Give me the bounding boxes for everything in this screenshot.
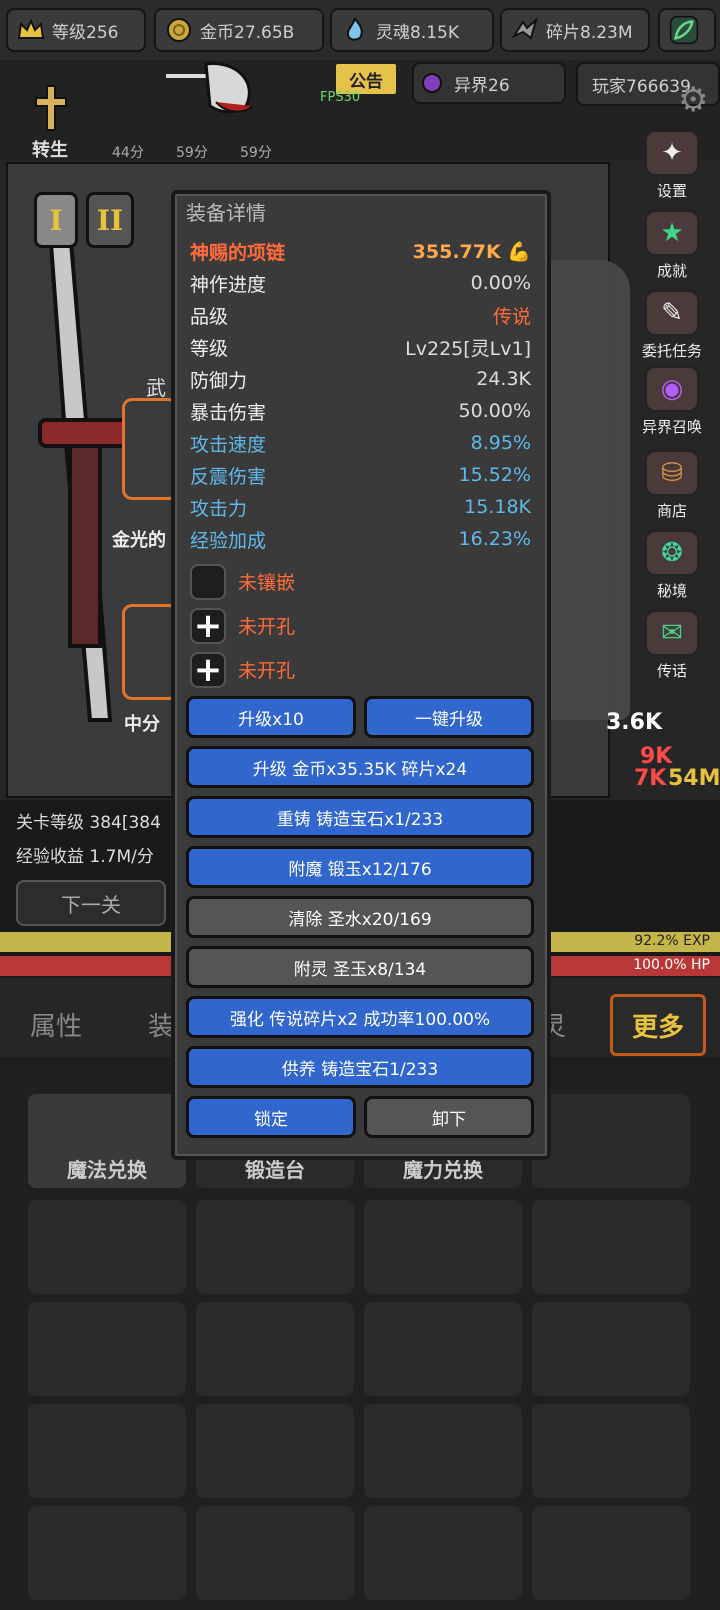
soul-flame-icon (340, 15, 370, 45)
secret-realm-icon: ❂ (645, 530, 699, 576)
grid-cell[interactable] (196, 1506, 354, 1600)
grid-cell[interactable] (532, 1302, 690, 1396)
slot-label: 中分 (124, 714, 160, 735)
grid-cell[interactable] (532, 1404, 690, 1498)
gear-icon[interactable]: ⚙ (678, 80, 708, 120)
buff-timer: 44分 (112, 145, 144, 161)
side-item-quest[interactable]: ✎ 委托任务 (632, 290, 712, 361)
slot-label: 金光的 (112, 530, 166, 551)
player-level: 等级256 (6, 8, 146, 52)
recast-button[interactable]: 重铸 铸造宝石x1/233 (186, 796, 534, 838)
socket-slot[interactable] (190, 564, 226, 600)
plus-icon[interactable]: + (190, 608, 226, 644)
damage-number: 7K (634, 766, 667, 791)
dialog-title: 装备详情 (186, 201, 266, 225)
grid-cell[interactable] (28, 1200, 186, 1294)
reborn-label: 转生 (32, 140, 68, 161)
grid-label: 魔法兑换 (67, 1158, 147, 1182)
fragment-counter: 碎片8.23M (500, 8, 650, 52)
soul-counter: 灵魂8.15K (330, 8, 494, 52)
stat-row: 等级 Lv225[灵Lv1] (190, 337, 531, 360)
quest-icon: ✎ (645, 290, 699, 336)
fps-readout: FPS30 (320, 90, 361, 105)
stat-row: 神作进度 0.00% (190, 272, 531, 296)
portal-icon (422, 73, 442, 93)
message-icon: ✉ (645, 610, 699, 656)
grid-cell[interactable] (532, 1200, 690, 1294)
axe-icon (166, 62, 253, 114)
reborn-cross-icon[interactable] (34, 84, 68, 132)
damage-number: 3.6K (606, 710, 663, 735)
next-stage-button[interactable]: 下一关 (16, 880, 166, 926)
grid-cell[interactable] (364, 1404, 522, 1498)
stage-level: 关卡等级 384[384 (16, 813, 161, 833)
equipment-slot-armor[interactable] (122, 604, 178, 700)
leaf-icon (669, 15, 699, 45)
stat-row: 攻击力 15.18K (190, 496, 531, 520)
stat-row: 攻击速度 8.95% (190, 432, 531, 456)
lock-button[interactable]: 锁定 (186, 1096, 356, 1138)
resource-bar: 等级256 金币27.65B 灵魂8.15K 碎片8.23M (0, 0, 720, 62)
socket-label: 未镶嵌 (238, 572, 296, 594)
item-power: 355.77K 💪 (412, 240, 531, 263)
grid-cell[interactable] (364, 1200, 522, 1294)
grid-cell[interactable] (196, 1200, 354, 1294)
achievement-icon: ★ (645, 210, 699, 256)
stat-row: 暴击伤害 50.00% (190, 400, 531, 424)
grid-cell[interactable] (28, 1404, 186, 1498)
side-item-achievement[interactable]: ★ 成就 (632, 210, 712, 281)
stat-row: 品级 传说 (190, 305, 531, 328)
enchant-button[interactable]: 附魔 锻玉x12/176 (186, 846, 534, 888)
socket-label: 未开孔 (238, 660, 296, 682)
stat-row: 经验加成 16.23% (190, 528, 531, 552)
clear-button[interactable]: 清除 圣水x20/169 (186, 896, 534, 938)
plus-icon[interactable]: + (190, 652, 226, 688)
tab-set-ii[interactable]: II (86, 192, 134, 248)
side-item-shop[interactable]: ⛁ 商店 (632, 450, 712, 521)
grid-cell[interactable] (28, 1506, 186, 1600)
strengthen-button[interactable]: 强化 传说碎片x2 成功率100.00% (186, 996, 534, 1038)
equipment-slot-weapon[interactable] (122, 398, 178, 500)
grid-cell[interactable] (532, 1506, 690, 1600)
side-item-settings[interactable]: ✦ 设置 (632, 130, 712, 201)
stat-row: 反震伤害 15.52% (190, 464, 531, 488)
otherworld-counter[interactable]: 异界26 (412, 62, 566, 104)
side-item-message[interactable]: ✉ 传话 (632, 610, 712, 681)
side-item-secret-realm[interactable]: ❂ 秘境 (632, 530, 712, 601)
buff-timer: 59分 (176, 145, 208, 161)
grid-cell[interactable] (196, 1404, 354, 1498)
socket-label: 未开孔 (238, 616, 296, 638)
side-item-summon[interactable]: ◉ 异界召唤 (632, 366, 712, 437)
tab-set-i[interactable]: I (34, 192, 78, 248)
leaf-menu-button[interactable] (658, 8, 716, 52)
grid-cell[interactable] (28, 1302, 186, 1396)
one-click-upgrade-button[interactable]: 一键升级 (364, 696, 534, 738)
settings-icon: ✦ (645, 130, 699, 176)
grid-cell[interactable] (364, 1302, 522, 1396)
item-name: 神赐的项链 (190, 241, 286, 264)
exp-rate: 经验收益 1.7M/分 (16, 847, 154, 867)
weapon-label: 武 (146, 376, 166, 400)
damage-number: 54M (668, 766, 720, 791)
summon-icon: ◉ (645, 366, 699, 412)
grid-cell[interactable] (196, 1302, 354, 1396)
more-button[interactable]: 更多 (610, 994, 706, 1056)
crown-icon (16, 15, 46, 45)
upgrade-x10-button[interactable]: 升级x10 (186, 696, 356, 738)
shop-icon: ⛁ (645, 450, 699, 496)
item-name-row: 神赐的项链 355.77K 💪 (190, 236, 531, 266)
upgrade-button[interactable]: 升级 金币x35.35K 碎片x24 (186, 746, 534, 788)
spirit-attach-button[interactable]: 附灵 圣玉x8/134 (186, 946, 534, 988)
grid-cell[interactable] (532, 1094, 690, 1188)
unequip-button[interactable]: 卸下 (364, 1096, 534, 1138)
stat-row: 防御力 24.3K (190, 368, 531, 392)
fragment-icon (510, 15, 540, 45)
muscle-icon: 💪 (507, 240, 531, 263)
offering-button[interactable]: 供养 铸造宝石1/233 (186, 1046, 534, 1088)
tab-attributes[interactable]: 属性 (30, 1006, 82, 1043)
buff-timer: 59分 (240, 145, 272, 161)
grid-cell[interactable] (364, 1506, 522, 1600)
gold-counter: 金币27.65B (154, 8, 324, 52)
gold-coin-icon (164, 15, 194, 45)
